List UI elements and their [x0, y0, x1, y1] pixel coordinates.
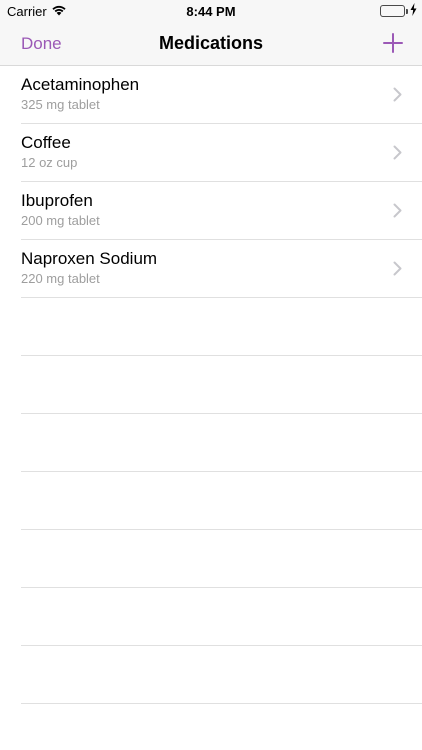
empty-table-rows: [0, 298, 422, 704]
medication-row[interactable]: Naproxen Sodium 220 mg tablet: [21, 240, 422, 298]
medication-detail: 220 mg tablet: [21, 271, 100, 286]
medication-detail: 200 mg tablet: [21, 213, 100, 228]
empty-row: [21, 298, 422, 356]
chevron-right-icon: [393, 261, 402, 276]
status-time: 8:44 PM: [186, 4, 236, 19]
chevron-right-icon: [393, 203, 402, 218]
page-title: Medications: [158, 33, 264, 53]
plus-icon: [383, 33, 403, 53]
empty-row: [21, 472, 422, 530]
medication-detail: 325 mg tablet: [21, 97, 100, 112]
medication-row[interactable]: Ibuprofen 200 mg tablet: [21, 182, 422, 240]
medication-name: Naproxen Sodium: [21, 249, 158, 268]
navigation-bar: Done Medications: [0, 22, 422, 66]
medication-detail: 12 oz cup: [21, 155, 78, 170]
add-medication-button[interactable]: [381, 31, 405, 55]
done-button[interactable]: Done: [21, 34, 62, 54]
medication-row[interactable]: Coffee 12 oz cup: [21, 124, 422, 182]
charging-bolt-icon: [410, 3, 417, 19]
chevron-right-icon: [393, 87, 402, 102]
medication-name: Acetaminophen: [21, 75, 140, 94]
medication-name: Coffee: [21, 133, 71, 152]
battery-tip: [406, 9, 408, 14]
empty-row: [21, 356, 422, 414]
chevron-right-icon: [393, 145, 402, 160]
empty-row: [21, 414, 422, 472]
empty-row: [21, 646, 422, 704]
empty-row: [21, 530, 422, 588]
battery-icon: [380, 5, 405, 17]
medication-row[interactable]: Acetaminophen 325 mg tablet: [21, 66, 422, 124]
status-bar: Carrier 8:44 PM: [0, 0, 422, 22]
medication-list: Acetaminophen 325 mg tablet Coffee 12 oz…: [0, 66, 422, 298]
empty-row: [21, 588, 422, 646]
medication-name: Ibuprofen: [21, 191, 93, 210]
